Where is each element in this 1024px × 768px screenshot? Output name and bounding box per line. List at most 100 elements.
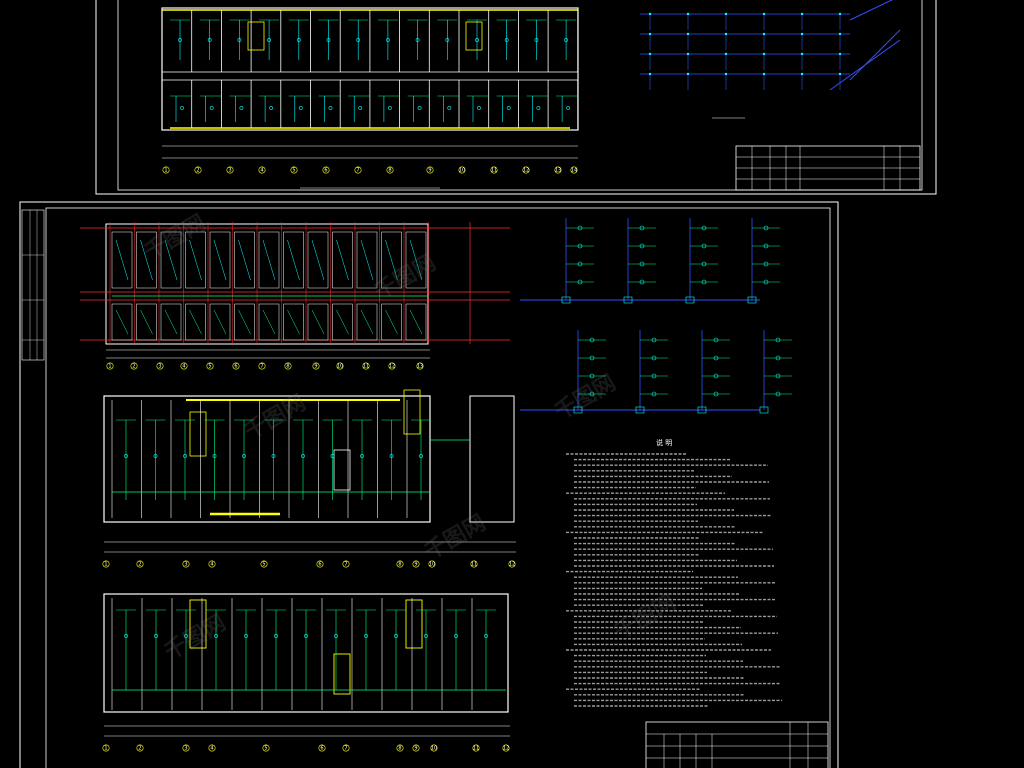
grid-bubble-label: 4: [210, 746, 213, 752]
junction-node: [648, 12, 652, 16]
upper-sheet: 1 2 3 4 5 6 7 8 9 10 11 12 13 14: [95, 0, 937, 195]
grid-bubble-label: 9: [314, 364, 317, 370]
wire-segment: [115, 309, 129, 335]
grid-bubble-label: 5: [292, 168, 295, 174]
lower-plan-grid-bubbles: 1 2 3 4 5 6 7 8 9 10 11 12: [102, 744, 510, 752]
light-fixture-icon: [298, 106, 303, 110]
junction-node: [686, 32, 690, 36]
grid-bubble-label: 14: [571, 168, 577, 174]
grid-bubble-label: 6: [320, 746, 323, 752]
light-fixture-icon: [358, 106, 363, 110]
junction-node: [800, 72, 804, 76]
light-fixture-icon: [387, 106, 392, 110]
upper-left-grid-bubbles: 1 2 3 4 5 6 7 8 9 10 11 12 13: [106, 362, 424, 370]
junction-node: [648, 52, 652, 56]
grid-bubble-label: 6: [234, 364, 237, 370]
grid-bubble-label: 6: [324, 168, 327, 174]
grid-bubble-label: 2: [196, 168, 199, 174]
grid-bubble-label: 7: [260, 364, 263, 370]
top-floor-plan: 1 2 3 4 5 6 7 8 9 10 11 12 13 14: [161, 7, 579, 189]
isometric-diagram: [640, 0, 901, 91]
grid-bubble-label: 10: [431, 746, 437, 752]
isometric-diagonal: [849, 0, 893, 21]
grid-bubble-label: 12: [523, 168, 529, 174]
grid-bubble-label: 6: [318, 562, 321, 568]
wire-segment: [311, 309, 325, 335]
junction-node: [838, 72, 842, 76]
grid-bubble-label: 5: [264, 746, 267, 752]
grid-bubble-label: 12: [509, 562, 515, 568]
grid-bubble-label: 13: [555, 168, 561, 174]
upper-sheet-inner-frame: [117, 0, 923, 191]
isometric-diagonal: [849, 29, 901, 81]
junction-node: [762, 52, 766, 56]
grid-bubble-label: 7: [344, 562, 347, 568]
wire-segment: [115, 239, 129, 281]
junction-node: [762, 12, 766, 16]
junction-node: [648, 72, 652, 76]
junction-node: [838, 32, 842, 36]
light-fixture-icon: [417, 106, 422, 110]
watermark-text: 千图网: [421, 511, 491, 566]
junction-node: [800, 32, 804, 36]
watermark-text: 千图网: [611, 591, 681, 646]
stair-upper-left: [247, 21, 265, 51]
light-fixture-icon: [180, 106, 184, 110]
grid-bubble-label: 4: [182, 364, 185, 370]
grid-bubble-label: 9: [428, 168, 431, 174]
wire-segment: [213, 309, 227, 335]
grid-bubble-label: 5: [262, 562, 265, 568]
stair-middle-left: [189, 411, 207, 457]
grid-bubble-label: 3: [158, 364, 161, 370]
junction-node: [724, 52, 728, 56]
junction-node: [838, 12, 842, 16]
watermark-text: 千图网: [141, 211, 211, 266]
wire-segment: [336, 309, 349, 335]
grid-bubble-label: 7: [356, 168, 359, 174]
light-fixture-icon: [566, 106, 571, 110]
cad-drawing-canvas: 1 2 3 4 5 6 7 8 9 10 11 12 13 14 1 2 3 4…: [19, 0, 937, 768]
lower-floor-plan: 1 2 3 4 5 6 7 8 9 10 11 12: [102, 593, 510, 752]
light-fixture-icon: [209, 106, 214, 110]
watermark-text: 千图网: [551, 371, 621, 426]
grid-bubble-label: 1: [104, 562, 107, 568]
grid-bubble-label: 10: [459, 168, 465, 174]
junction-node: [686, 72, 690, 76]
wire-segment: [189, 309, 202, 335]
grid-bubble-label: 11: [491, 168, 497, 174]
junction-node: [724, 32, 728, 36]
grid-bubble-label: 8: [398, 562, 401, 568]
stair-lower-right: [405, 599, 423, 649]
light-fixture-icon: [269, 106, 274, 110]
watermark-text: 千图网: [241, 391, 311, 446]
wire-segment: [213, 239, 227, 281]
stair-upper-right: [465, 21, 483, 51]
junction-node: [800, 52, 804, 56]
stair-lower-center: [333, 653, 351, 695]
grid-bubble-label: 11: [473, 746, 479, 752]
wire-segment: [164, 309, 178, 335]
top-plan-dimensions: [162, 145, 578, 159]
grid-bubble-label: 10: [337, 364, 343, 370]
wire-segment: [336, 239, 349, 281]
wire-segment: [238, 309, 251, 335]
riser-diagram-1: [520, 218, 780, 304]
lower-title-block: [645, 721, 829, 768]
grid-bubble-label: 8: [388, 168, 391, 174]
light-fixture-icon: [477, 106, 481, 110]
stair-middle-right: [403, 389, 421, 435]
grid-bubble-label: 9: [414, 562, 417, 568]
watermark-text: 千图网: [161, 611, 231, 666]
grid-bubble-label: 2: [138, 562, 141, 568]
grid-bubble-label: 12: [503, 746, 509, 752]
light-fixture-icon: [239, 106, 244, 110]
top-plan-grid-bubbles: 1 2 3 4 5 6 7 8 9 10 11 12 13 14: [162, 166, 578, 174]
grid-bubble-label: 8: [286, 364, 289, 370]
wire-segment: [262, 239, 276, 281]
general-notes: 说 明: [566, 438, 782, 707]
grid-bubble-label: 1: [164, 168, 167, 174]
junction-node: [762, 32, 766, 36]
grid-bubble-label: 3: [184, 562, 187, 568]
wire-segment: [287, 309, 300, 335]
grid-bubble-label: 11: [471, 562, 477, 568]
